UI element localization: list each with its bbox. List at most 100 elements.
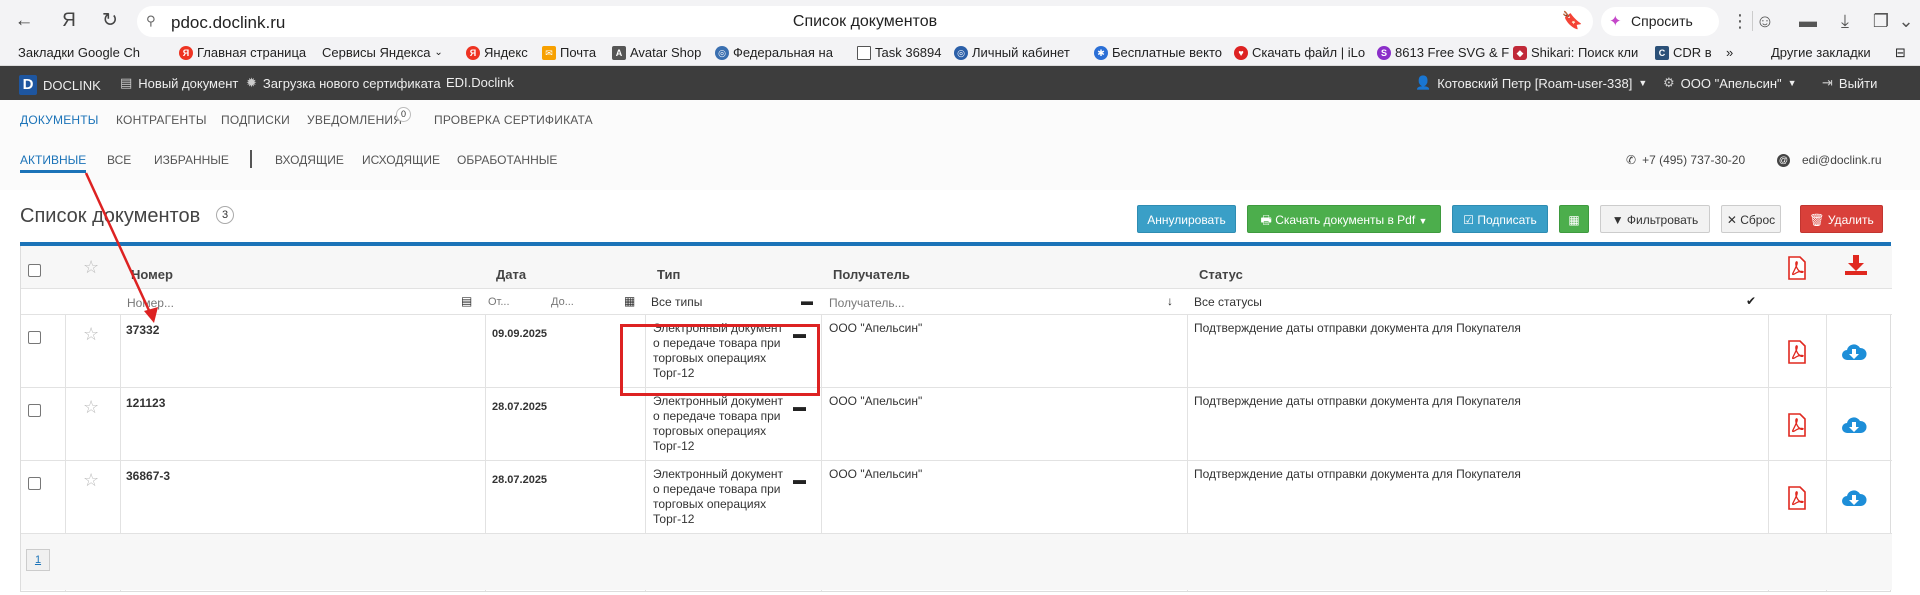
tab-outgoing[interactable]: ИСХОДЯЩИЕ xyxy=(362,153,440,167)
more-bookmarks-icon[interactable]: » xyxy=(1726,45,1733,60)
pdf-icon[interactable] xyxy=(1787,340,1807,364)
row-checkbox[interactable] xyxy=(28,331,41,344)
checkmark-icon[interactable]: ✔ xyxy=(1746,294,1756,308)
number-filter-options-icon[interactable]: ▤ xyxy=(461,294,472,308)
bookmark-item[interactable]: ◎ Личный кабинет xyxy=(954,45,1070,60)
back-arrow-icon[interactable]: ← xyxy=(12,9,36,33)
tab-active[interactable]: АКТИВНЫЕ xyxy=(20,153,87,173)
col-date[interactable]: Дата xyxy=(496,267,526,282)
other-bookmarks[interactable]: Другие закладки xyxy=(1771,45,1871,60)
bookmark-item[interactable]: ◎ Федеральная на xyxy=(715,45,833,60)
pdf-icon[interactable] xyxy=(1787,413,1807,437)
row-checkbox[interactable] xyxy=(28,477,41,490)
minimize-icon[interactable]: ⌄ xyxy=(1893,9,1919,33)
tab-processed[interactable]: ОБРАБОТАННЫЕ xyxy=(457,153,557,167)
bookmark-item[interactable]: Сервисы Яндекса ⌄ xyxy=(322,45,443,60)
recipient-filter-input[interactable]: Получатель... xyxy=(829,296,905,310)
status-filter-select[interactable]: Все статусы xyxy=(1194,295,1262,309)
bookmark-pin-icon[interactable]: ⊟ xyxy=(1895,45,1906,61)
export-excel-button[interactable]: ▦ xyxy=(1559,205,1589,233)
row-checkbox[interactable] xyxy=(28,404,41,417)
col-status[interactable]: Статус xyxy=(1199,267,1243,282)
filter-button[interactable]: ▼ Фильтровать xyxy=(1600,205,1710,233)
bookmark-item[interactable]: Закладки Google Ch xyxy=(18,45,140,60)
cloud-download-icon[interactable] xyxy=(1841,414,1867,436)
bookmark-item[interactable]: ✉ Почта xyxy=(542,45,596,60)
delete-button[interactable]: 🗑 Удалить xyxy=(1800,205,1883,233)
page-title-in-address: Список документов xyxy=(792,13,938,30)
download-all-icon[interactable] xyxy=(1843,254,1869,276)
tab-notifications[interactable]: УВЕДОМЛЕНИЯ xyxy=(307,113,402,127)
ask-button[interactable]: ✦ Спросить xyxy=(1601,7,1719,36)
folder-icon[interactable]: ▬ xyxy=(793,472,806,487)
reload-icon[interactable]: ↻ xyxy=(98,9,122,33)
bookmark-item[interactable]: S 8613 Free SVG & F xyxy=(1377,45,1509,60)
address-bar[interactable]: ⚲ pdoc.doclink.ru Список документов 🔖 xyxy=(137,6,1593,37)
folder-icon[interactable]: ▬ xyxy=(793,399,806,414)
calendar-icon[interactable]: ▦ xyxy=(624,294,635,308)
date-from-input[interactable]: От... xyxy=(488,296,510,308)
collections-icon[interactable]: ❐ xyxy=(1868,9,1894,33)
tab-favorites[interactable]: ИЗБРАННЫЕ xyxy=(154,153,229,167)
pdf-icon[interactable] xyxy=(1787,486,1807,510)
table-row[interactable]: ☆ 37332 09.09.2025 Электронный документ … xyxy=(21,315,1892,388)
star-icon[interactable]: ☆ xyxy=(83,397,99,418)
notifications-count-badge: 0 xyxy=(396,107,411,122)
organization-menu[interactable]: ⚙ ООО "Апельсин" ▼ xyxy=(1663,75,1797,91)
type-filter-select[interactable]: Все типы xyxy=(651,295,702,309)
doclink-logo[interactable]: D DOCLINK xyxy=(19,75,101,95)
doc-number[interactable]: 36867-3 xyxy=(126,469,170,484)
tab-certificate-check[interactable]: ПРОВЕРКА СЕРТИФИКАТА xyxy=(434,113,593,127)
tab-contractors[interactable]: КОНТРАГЕНТЫ xyxy=(116,113,207,127)
col-number[interactable]: Номер xyxy=(131,267,173,282)
table-row[interactable]: ☆ 121123 28.07.2025 Электронный документ… xyxy=(21,388,1892,461)
reset-button[interactable]: ✕ Сброс xyxy=(1721,205,1781,233)
star-icon[interactable]: ☆ xyxy=(83,257,99,278)
tab-subscriptions[interactable]: ПОДПИСКИ xyxy=(221,113,290,127)
new-document-link[interactable]: ▤ Новый документ xyxy=(120,75,238,91)
star-icon[interactable]: ☆ xyxy=(83,470,99,491)
bookmark-item[interactable]: Я Главная страница xyxy=(179,45,306,60)
bookmark-item[interactable]: Task 36894 xyxy=(857,45,942,60)
extension-ribbon-icon[interactable]: ▬ xyxy=(1795,9,1821,33)
support-email[interactable]: @ edi@doclink.ru xyxy=(1777,153,1882,167)
upload-certificate-link[interactable]: ✹ Загрузка нового сертификата xyxy=(246,75,441,91)
yandex-icon: Я xyxy=(179,45,193,60)
folder-icon[interactable]: ▬ xyxy=(801,294,813,308)
bookmark-icon[interactable]: 🔖 xyxy=(1562,11,1583,31)
cloud-download-icon[interactable] xyxy=(1841,341,1867,363)
doc-date: 28.07.2025 xyxy=(492,401,548,413)
doc-number[interactable]: 37332 xyxy=(126,323,159,338)
extension-avatar-icon[interactable]: ☺ xyxy=(1752,9,1778,33)
sign-button[interactable]: ☑ Подписать xyxy=(1452,205,1548,233)
tab-incoming[interactable]: ВХОДЯЩИЕ xyxy=(275,153,344,167)
more-vertical-icon[interactable]: ⋮ xyxy=(1727,9,1753,33)
page-button[interactable]: 1 xyxy=(26,549,50,571)
tab-all[interactable]: ВСЕ xyxy=(107,153,131,167)
col-type[interactable]: Тип xyxy=(657,267,680,282)
sort-down-icon[interactable]: ↓ xyxy=(1167,294,1173,308)
cloud-download-icon[interactable] xyxy=(1841,487,1867,509)
yandex-browser-icon[interactable]: Я xyxy=(57,9,81,33)
edi-link[interactable]: EDI.Doclink xyxy=(446,75,514,90)
bookmark-item[interactable]: ♥ Скачать файл | iLo xyxy=(1234,45,1365,60)
date-to-input[interactable]: До... xyxy=(551,296,574,308)
bookmark-item[interactable]: ✱ Бесплатные векто xyxy=(1094,45,1222,60)
star-icon[interactable]: ☆ xyxy=(83,324,99,345)
table-row[interactable]: ☆ 36867-3 28.07.2025 Электронный докумен… xyxy=(21,461,1892,534)
download-pdf-button[interactable]: 🖶 Скачать документы в Pdf ▼ xyxy=(1247,205,1441,233)
bookmark-item[interactable]: C CDR в xyxy=(1655,45,1712,60)
bookmark-item[interactable]: A Avatar Shop xyxy=(612,45,701,60)
logout-link[interactable]: ⇥ Выйти xyxy=(1822,75,1877,91)
doc-number[interactable]: 121123 xyxy=(126,396,165,411)
col-recipient[interactable]: Получатель xyxy=(833,267,910,282)
pdf-icon[interactable] xyxy=(1787,256,1807,280)
bookmark-item[interactable]: ◆ Shikari: Поиск кли xyxy=(1513,45,1638,60)
downloads-icon[interactable]: ⤓ xyxy=(1832,9,1858,33)
user-menu[interactable]: 👤 Котовский Петр [Roam-user-338] ▼ xyxy=(1415,75,1647,91)
select-all-checkbox[interactable] xyxy=(28,264,41,277)
annul-button[interactable]: Аннулировать xyxy=(1137,205,1236,233)
number-filter-input[interactable]: Номер... xyxy=(127,296,174,310)
tab-documents[interactable]: ДОКУМЕНТЫ xyxy=(20,113,99,127)
bookmark-item[interactable]: Я Яндекс xyxy=(466,45,528,60)
